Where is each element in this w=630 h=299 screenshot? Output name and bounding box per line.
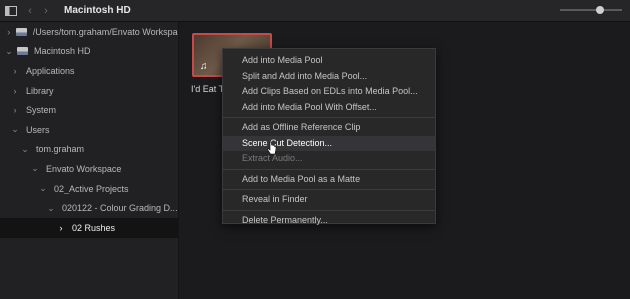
menu-separator — [223, 117, 435, 118]
chevron-down-icon[interactable]: ⌄ — [4, 46, 14, 57]
sidebar-item-label: Library — [26, 85, 54, 96]
sidebar-item-label: System — [26, 105, 57, 116]
sidebar-item[interactable]: › System — [0, 100, 178, 120]
menu-item[interactable]: Delete Permanently... — [223, 213, 435, 229]
chevron-down-icon[interactable]: ⌄ — [46, 203, 56, 214]
menu-item[interactable]: Add to Media Pool as a Matte — [223, 172, 435, 188]
chevron-down-icon[interactable]: ⌄ — [38, 183, 48, 194]
menu-separator — [223, 168, 435, 170]
sidebar-item-label: 020122 - Colour Grading D... — [62, 203, 178, 214]
menu-item[interactable]: Split and Add into Media Pool... — [223, 69, 435, 85]
sidebar-item[interactable]: ⌄ tom.graham — [0, 140, 178, 160]
sidebar-item[interactable]: ⌄ 020122 - Colour Grading D... — [0, 198, 178, 218]
file-browser-sidebar: › /Users/tom.graham/Envato Workspace ⌄ Maci… — [0, 22, 179, 299]
menu-item[interactable]: Add as Offline Reference Clip — [223, 120, 435, 136]
chevron-right-icon[interactable]: › — [10, 66, 20, 76]
chevron-right-icon[interactable]: › — [10, 105, 20, 115]
sidebar-item-label: Users — [26, 124, 50, 135]
menu-item[interactable]: Add Clips Based on EDLs into Media Pool.… — [223, 84, 435, 100]
sidebar-item[interactable]: ⌄ Users — [0, 120, 178, 140]
sidebar-item-label: 02_Active Projects — [54, 183, 129, 194]
menu-item[interactable]: Add into Media Pool — [223, 53, 435, 69]
menu-item[interactable]: Add into Media Pool With Offset... — [223, 100, 435, 116]
chevron-down-icon[interactable]: ⌄ — [20, 144, 30, 155]
top-bar: ‹ › Macintosh HD — [0, 0, 630, 22]
chevron-down-icon[interactable]: ⌄ — [30, 163, 40, 174]
audio-icon: ♫ — [200, 61, 208, 72]
drive-icon — [16, 27, 27, 36]
menu-separator — [223, 209, 435, 211]
sidebar-item-label: Envato Workspace — [46, 163, 122, 174]
zoom-slider[interactable] — [560, 6, 622, 14]
menu-item[interactable]: Reveal in Finder — [223, 192, 435, 208]
menu-separator — [223, 189, 435, 190]
context-menu: Add into Media Pool Split and Add into Me… — [222, 48, 436, 225]
sidebar-toggle-icon[interactable] — [0, 0, 22, 21]
sidebar-item[interactable]: ⌄ Macintosh HD — [0, 42, 178, 62]
chevron-right-icon[interactable]: › — [56, 223, 66, 233]
sidebar-item[interactable]: ⌄ 02_Active Projects — [0, 179, 178, 199]
chevron-down-icon[interactable]: ⌄ — [10, 124, 20, 135]
menu-item[interactable]: Scene Cut Detection... — [223, 135, 435, 151]
zoom-slider-knob[interactable] — [596, 6, 605, 14]
mouse-cursor-icon — [267, 141, 277, 155]
sidebar-item[interactable]: › 02 Rushes — [0, 217, 178, 238]
sidebar-item-label: tom.graham — [36, 144, 85, 155]
sidebar-item[interactable]: › Library — [0, 81, 178, 101]
back-icon[interactable]: ‹ — [22, 5, 38, 17]
menu-item[interactable]: Extract Audio... — [223, 151, 435, 167]
chevron-right-icon[interactable]: › — [4, 27, 13, 37]
sidebar-item[interactable]: › Applications — [0, 61, 178, 81]
sidebar-item-label: Applications — [26, 65, 75, 76]
drive-icon — [17, 47, 28, 56]
sidebar-item-label: Macintosh HD — [34, 46, 91, 57]
sidebar-item[interactable]: › /Users/tom.graham/Envato Workspace — [0, 22, 178, 42]
chevron-right-icon[interactable]: › — [10, 86, 20, 96]
sidebar-item-label: /Users/tom.graham/Envato Workspace — [32, 26, 178, 37]
sidebar-item-label: 02 Rushes — [72, 222, 116, 233]
sidebar-item[interactable]: ⌄ Envato Workspace — [0, 159, 178, 179]
path-title: Macintosh HD — [64, 5, 131, 16]
forward-icon[interactable]: › — [38, 5, 54, 17]
